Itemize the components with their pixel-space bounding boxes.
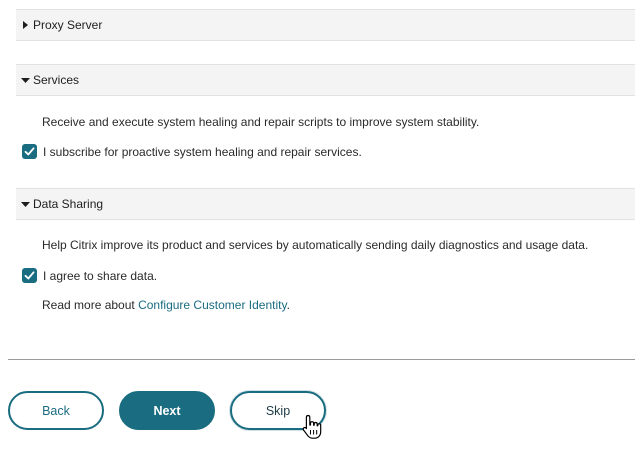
data-sharing-agree-label[interactable]: I agree to share data. bbox=[43, 269, 157, 283]
services-subscribe-checkbox[interactable] bbox=[22, 144, 37, 159]
hand-pointer-icon bbox=[302, 414, 322, 439]
section-title-proxy-server: Proxy Server bbox=[33, 18, 103, 32]
read-more-text: Read more about Configure Customer Ident… bbox=[42, 298, 290, 312]
section-header-data-sharing[interactable]: Data Sharing bbox=[16, 188, 635, 220]
check-icon bbox=[24, 271, 35, 280]
configure-customer-identity-link[interactable]: Configure Customer Identity bbox=[138, 298, 287, 312]
data-sharing-description: Help Citrix improve its product and serv… bbox=[42, 238, 589, 252]
section-header-services[interactable]: Services bbox=[16, 64, 635, 96]
footer-divider bbox=[8, 359, 635, 360]
data-sharing-agree-row: I agree to share data. bbox=[22, 268, 157, 283]
caret-down-icon bbox=[17, 76, 33, 84]
back-button[interactable]: Back bbox=[8, 391, 104, 430]
services-description: Receive and execute system healing and r… bbox=[42, 115, 480, 129]
read-more-prefix: Read more about bbox=[42, 298, 139, 312]
data-sharing-agree-checkbox[interactable] bbox=[22, 268, 37, 283]
next-button[interactable]: Next bbox=[119, 391, 215, 430]
services-subscribe-row: I subscribe for proactive system healing… bbox=[22, 144, 362, 159]
section-title-services: Services bbox=[33, 73, 80, 87]
services-subscribe-label[interactable]: I subscribe for proactive system healing… bbox=[43, 145, 362, 159]
setup-page: Proxy Server Services Receive and execut… bbox=[0, 0, 635, 452]
section-title-data-sharing: Data Sharing bbox=[33, 197, 104, 211]
caret-right-icon bbox=[17, 21, 33, 29]
caret-down-icon bbox=[17, 200, 33, 208]
section-header-proxy-server[interactable]: Proxy Server bbox=[16, 9, 635, 41]
read-more-suffix: . bbox=[286, 298, 290, 312]
check-icon bbox=[24, 147, 35, 156]
